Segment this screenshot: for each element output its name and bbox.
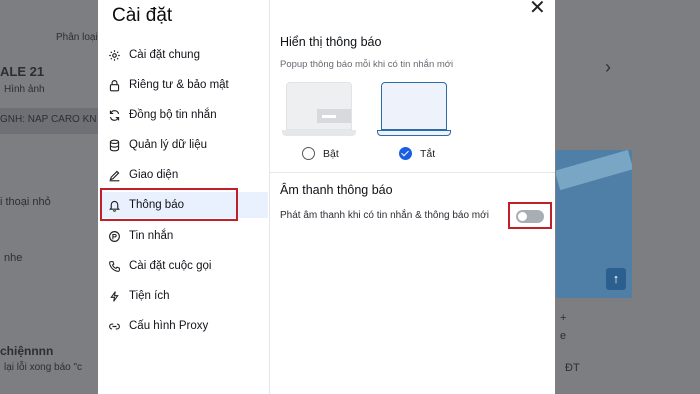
chevron-right-icon[interactable]: › (605, 57, 611, 78)
sidebar-item-label: Tiện ích (129, 290, 170, 302)
bg-e-text: e (560, 330, 567, 342)
settings-modal: Cài đặt Cài đặt chung Riêng tư & bảo mật… (98, 0, 555, 394)
sidebar-item-label: Quản lý dữ liệu (129, 139, 208, 151)
sidebar-item-label: Cài đặt cuộc gọi (129, 260, 212, 272)
bg-chien-text: chiệnnnn (0, 344, 54, 358)
palette-icon (109, 170, 120, 181)
highlight-notifications (100, 188, 238, 221)
preview-off[interactable] (377, 82, 451, 140)
gear-icon (109, 49, 120, 61)
bg-nhe-text: nhe (4, 252, 23, 264)
sync-icon (109, 109, 120, 121)
sidebar-item-label: Riêng tư & bảo mật (129, 79, 229, 91)
bg-banner-text: GNH: NAP CARO KN (0, 114, 97, 125)
bg-images-label: Hình ảnh (4, 84, 45, 95)
notification-settings-panel: Hiển thị thông báo Popup thông báo mỗi k… (270, 0, 555, 394)
option-on[interactable]: Bật (302, 147, 339, 160)
bg-plus-text: + (560, 312, 567, 324)
utility-icon (110, 290, 119, 302)
lock-icon (109, 79, 120, 91)
option-off[interactable]: Tắt (399, 147, 435, 160)
sidebar-item-privacy[interactable]: Riêng tư & bảo mật (108, 72, 268, 98)
radio-off[interactable] (399, 147, 412, 160)
sidebar-item-label: Tin nhắn (129, 230, 174, 242)
sidebar-item-appearance[interactable]: Giao diện (108, 162, 268, 188)
settings-sidebar: Cài đặt Cài đặt chung Riêng tư & bảo mật… (98, 0, 270, 394)
option-on-label: Bật (323, 147, 339, 160)
proxy-icon (109, 322, 120, 330)
sidebar-item-messages[interactable]: Tin nhắn (108, 223, 268, 249)
phone-icon (109, 260, 120, 272)
sidebar-item-sync[interactable]: Đồng bộ tin nhắn (108, 102, 268, 128)
sidebar-item-general[interactable]: Cài đặt chung (108, 42, 268, 68)
bg-product-card: ↑ (556, 150, 632, 298)
bg-tab-label: Phân loại (56, 32, 98, 43)
display-section-title: Hiển thị thông báo (280, 35, 382, 49)
sidebar-item-utilities[interactable]: Tiện ích (108, 283, 268, 309)
sidebar-item-label: Cấu hình Proxy (129, 320, 209, 332)
sidebar-item-label: Đồng bộ tin nhắn (129, 109, 217, 121)
bg-error-text: lại lỗi xong báo "c (4, 362, 83, 373)
sidebar-item-call-settings[interactable]: Cài đặt cuộc gọi (108, 253, 268, 279)
toggle-knob (518, 212, 527, 221)
sidebar-item-label: Cài đặt chung (129, 49, 200, 61)
highlight-sound-toggle (508, 202, 552, 229)
preview-on[interactable] (282, 82, 356, 140)
sound-toggle[interactable] (516, 210, 544, 223)
sidebar-item-label: Giao diện (129, 169, 179, 181)
option-off-label: Tắt (420, 147, 436, 160)
bg-dt-text: ĐT (565, 362, 580, 374)
bg-card-stripe (556, 150, 632, 191)
sidebar-item-data[interactable]: Quản lý dữ liệu (108, 132, 268, 158)
message-icon (109, 230, 120, 242)
bg-product-code: ALE 21 (0, 64, 45, 79)
sound-section-title: Âm thanh thông báo (280, 183, 393, 197)
upload-icon[interactable]: ↑ (606, 268, 626, 290)
sidebar-item-proxy[interactable]: Cấu hình Proxy (108, 313, 268, 339)
bg-phone-text: i thoại nhỏ (0, 196, 51, 208)
sound-section-desc: Phát âm thanh khi có tin nhắn & thông bá… (280, 210, 489, 221)
modal-title: Cài đặt (112, 5, 173, 26)
radio-on[interactable] (302, 147, 315, 160)
database-icon (109, 139, 120, 151)
section-divider (270, 172, 555, 173)
display-section-desc: Popup thông báo mỗi khi có tin nhắn mới (280, 59, 454, 70)
